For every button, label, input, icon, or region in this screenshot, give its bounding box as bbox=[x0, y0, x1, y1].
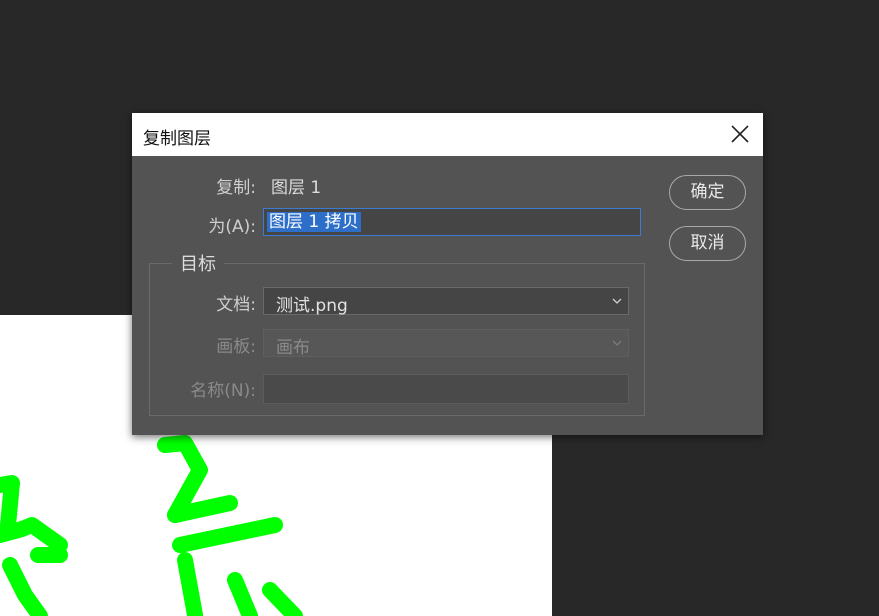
document-select[interactable]: 测试.png bbox=[263, 287, 629, 316]
dialog-titlebar: 复制图层 bbox=[132, 113, 763, 156]
artboard-select-value: 画布 bbox=[276, 338, 310, 358]
duplicate-layer-dialog: 复制图层 复制: 图层 1 为(A): 图层 1 拷贝 确定 取消 目标 文档:… bbox=[132, 113, 763, 435]
ok-button[interactable]: 确定 bbox=[669, 175, 746, 210]
as-input-value: 图层 1 拷贝 bbox=[267, 212, 361, 232]
dialog-title: 复制图层 bbox=[143, 129, 211, 149]
artboard-label: 画板: bbox=[216, 337, 256, 357]
chevron-down-icon bbox=[612, 298, 622, 304]
artboard-select: 画布 bbox=[263, 329, 629, 358]
target-group-legend: 目标 bbox=[172, 250, 224, 276]
name-input bbox=[263, 374, 629, 404]
close-button[interactable] bbox=[729, 123, 751, 145]
as-label: 为(A): bbox=[208, 217, 256, 237]
as-input[interactable]: 图层 1 拷贝 bbox=[263, 208, 641, 236]
copy-value: 图层 1 bbox=[271, 178, 322, 198]
name-label: 名称(N): bbox=[190, 381, 256, 401]
chevron-down-icon bbox=[612, 340, 622, 346]
close-icon bbox=[731, 125, 749, 143]
document-select-value: 测试.png bbox=[276, 296, 348, 316]
cancel-button[interactable]: 取消 bbox=[669, 226, 746, 261]
document-label: 文档: bbox=[216, 295, 256, 315]
copy-label: 复制: bbox=[216, 178, 256, 198]
